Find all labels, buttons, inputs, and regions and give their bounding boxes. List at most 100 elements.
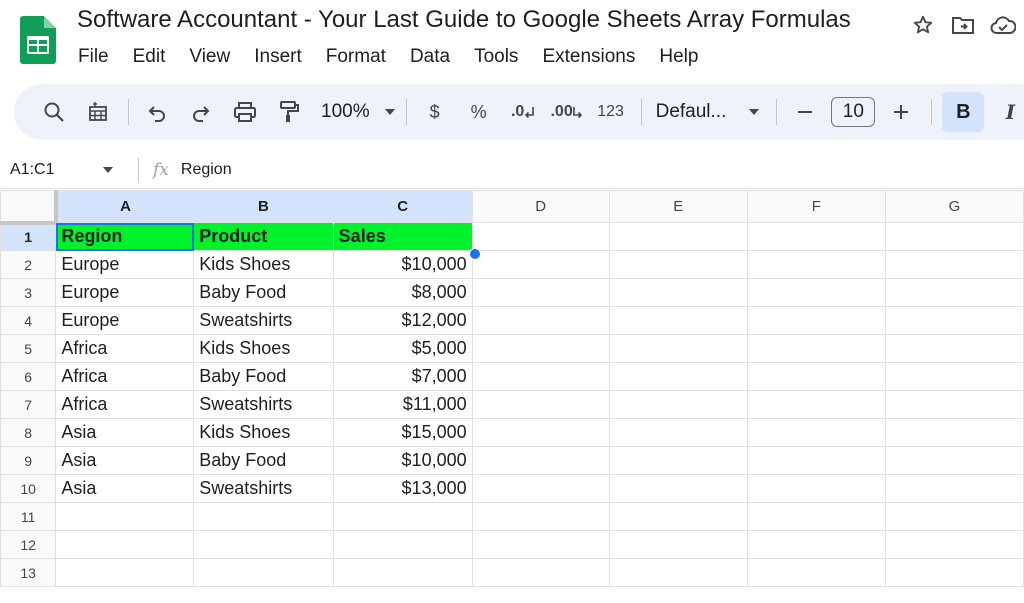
cell[interactable] [884,474,1024,503]
italic-button[interactable]: I [992,94,1024,130]
paint-format-icon[interactable] [271,94,307,130]
cell[interactable] [884,334,1024,363]
cell-c10[interactable]: $13,000 [332,474,473,503]
cell[interactable] [471,390,610,419]
cell[interactable] [746,278,886,307]
cell[interactable] [884,250,1024,279]
cell[interactable] [471,334,610,363]
cell[interactable] [55,558,195,587]
cell[interactable] [608,334,748,363]
cell[interactable] [746,250,886,279]
selection-fill-handle[interactable] [469,248,481,260]
cell-b8[interactable]: Kids Shoes [193,418,334,447]
cell-a9[interactable]: Asia [55,446,195,475]
cell[interactable] [608,222,748,251]
bold-button[interactable]: B [942,92,985,132]
print-icon[interactable] [227,94,263,130]
cell[interactable] [471,502,610,531]
cell[interactable] [884,362,1024,391]
column-header-a[interactable]: A [55,190,195,223]
undo-icon[interactable] [139,94,175,130]
cell-c7[interactable]: $11,000 [332,390,473,419]
font-size-input[interactable]: 10 [831,97,876,127]
increase-font-size-button[interactable] [883,94,919,130]
cell[interactable] [471,250,610,279]
cell[interactable] [471,558,610,587]
select-all-corner[interactable] [0,190,58,225]
row-header[interactable]: 3 [0,278,57,307]
cell[interactable] [746,222,886,251]
cell[interactable] [746,502,886,531]
cell[interactable] [471,222,610,251]
menu-view[interactable]: View [177,44,242,70]
cell[interactable] [884,222,1024,251]
decrease-decimal-button[interactable]: .0 [505,94,541,130]
cell-b4[interactable]: Sweatshirts [193,306,334,335]
cell[interactable] [608,530,748,559]
cell-c2[interactable]: $10,000 [332,250,473,279]
cell-b9[interactable]: Baby Food [193,446,334,475]
decrease-font-size-button[interactable] [787,94,823,130]
cell[interactable] [884,558,1024,587]
cell-c9[interactable]: $10,000 [332,446,473,475]
menu-help[interactable]: Help [647,44,710,70]
row-header[interactable]: 13 [0,558,57,587]
cell[interactable] [471,474,610,503]
cell[interactable] [746,446,886,475]
cloud-saved-icon[interactable] [990,12,1016,38]
cell-b10[interactable]: Sweatshirts [193,474,334,503]
search-menus-icon[interactable] [36,94,72,130]
row-header[interactable]: 11 [0,502,57,531]
formula-input[interactable]: Region [181,161,232,179]
menu-file[interactable]: File [66,44,121,70]
format-percent-button[interactable]: % [461,94,497,130]
cell[interactable] [608,250,748,279]
name-box[interactable]: A1:C1 [0,161,128,179]
column-header-b[interactable]: B [193,190,334,223]
cell-a6[interactable]: Africa [55,362,195,391]
menu-format[interactable]: Format [314,44,398,70]
cell-c5[interactable]: $5,000 [332,334,473,363]
cell[interactable] [471,530,610,559]
menu-extensions[interactable]: Extensions [530,44,647,70]
column-header-g[interactable]: G [884,190,1024,223]
zoom-dropdown[interactable]: 100% [315,101,402,123]
cell[interactable] [608,502,748,531]
cell-a2[interactable]: Europe [55,250,195,279]
cell[interactable] [884,278,1024,307]
cell[interactable] [55,502,195,531]
more-formats-button[interactable]: 123 [593,94,629,130]
cell-b6[interactable]: Baby Food [193,362,334,391]
move-folder-icon[interactable] [950,12,976,38]
font-family-dropdown[interactable]: Defaul... [652,101,765,123]
cell-c8[interactable]: $15,000 [332,418,473,447]
cell[interactable] [193,502,334,531]
cell[interactable] [746,306,886,335]
sheets-logo-icon[interactable] [20,16,56,64]
cell-c4[interactable]: $12,000 [332,306,473,335]
cell[interactable] [193,530,334,559]
cell[interactable] [471,446,610,475]
cell[interactable] [608,390,748,419]
cell[interactable] [884,418,1024,447]
table-calculator-icon[interactable] [80,94,116,130]
cell-a7[interactable]: Africa [55,390,195,419]
column-header-d[interactable]: D [471,190,610,223]
row-header[interactable]: 5 [0,334,57,363]
cell[interactable] [746,362,886,391]
cell-a3[interactable]: Europe [55,278,195,307]
column-header-c[interactable]: C [332,190,473,223]
cell[interactable] [608,558,748,587]
cell[interactable] [608,278,748,307]
cell[interactable] [471,278,610,307]
menu-insert[interactable]: Insert [242,44,314,70]
cell-a5[interactable]: Africa [55,334,195,363]
cell[interactable] [471,362,610,391]
row-header[interactable]: 12 [0,530,57,559]
menu-data[interactable]: Data [398,44,462,70]
cell[interactable] [884,502,1024,531]
row-header[interactable]: 2 [0,250,57,279]
star-icon[interactable] [910,12,936,38]
cell-b2[interactable]: Kids Shoes [193,250,334,279]
row-header[interactable]: 1 [0,222,57,251]
